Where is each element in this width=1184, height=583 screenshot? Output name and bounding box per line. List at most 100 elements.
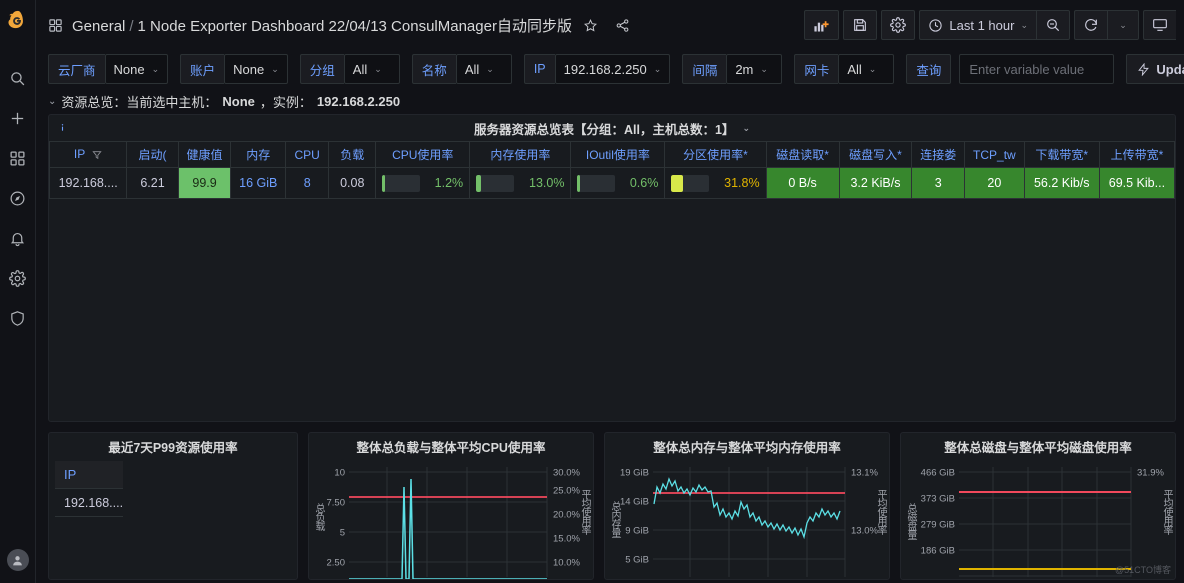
add-panel-icon[interactable] xyxy=(804,10,839,40)
update-button[interactable]: Update xyxy=(1126,54,1184,84)
ytick-2: 5 xyxy=(340,528,345,539)
variable-query: 查询 xyxy=(906,54,1114,84)
save-icon[interactable] xyxy=(843,10,877,40)
panel-title[interactable]: 最近7天P99资源使用率 xyxy=(49,433,297,459)
col-tcp-tw[interactable]: TCP_tw xyxy=(965,142,1025,168)
filter-icon[interactable] xyxy=(92,149,102,163)
breadcrumb-folder[interactable]: General xyxy=(72,18,125,35)
col-ioutil-usage[interactable]: IOutil使用率 xyxy=(571,142,665,168)
dashboards-icon[interactable] xyxy=(0,138,36,178)
variable-label: 名称 xyxy=(412,54,456,84)
row-host-value: None xyxy=(222,94,255,109)
col-disk-write[interactable]: 磁盘写入* xyxy=(839,142,912,168)
ytick-2: 9 GiB xyxy=(625,526,649,537)
gauge-track xyxy=(476,175,514,192)
gauge-value: 31.8% xyxy=(717,176,759,190)
chevron-down-icon: ⌄ xyxy=(742,123,750,134)
dashboard-settings-gear-icon[interactable] xyxy=(881,10,915,40)
y-axis-label: 总磁盘量 xyxy=(903,503,918,539)
sidebar-nav xyxy=(0,0,36,583)
col-health[interactable]: 健康值 xyxy=(178,142,231,168)
star-icon[interactable] xyxy=(578,12,604,38)
col-disk-read[interactable]: 磁盘读取* xyxy=(766,142,839,168)
plus-icon[interactable] xyxy=(0,98,36,138)
grafana-logo-icon[interactable] xyxy=(0,0,36,40)
ytick-2: 279 GiB xyxy=(921,520,955,531)
row-title: 资源总览：当前选中主机： xyxy=(61,92,217,111)
cell-tcp-tw: 20 xyxy=(965,168,1025,199)
refresh-icon[interactable] xyxy=(1074,10,1107,40)
variable-select[interactable]: All ⌄ xyxy=(344,54,400,84)
shield-icon[interactable] xyxy=(0,298,36,338)
variable-label: 云厂商 xyxy=(48,54,105,84)
search-icon[interactable] xyxy=(0,58,36,98)
time-range-picker[interactable]: Last 1 hour ⌄ xyxy=(919,10,1036,40)
variable-label: 账户 xyxy=(180,54,224,84)
variable-value: None xyxy=(114,62,145,77)
chart-disk[interactable]: 466 GiB 373 GiB 279 GiB 186 GiB 31.9% 总磁… xyxy=(901,459,1175,579)
search-input[interactable] xyxy=(959,54,1114,84)
chart-load-cpu[interactable]: 10 7.50 5 2.50 30.0% 25.0% 20.0% 15.0% 1… xyxy=(309,459,593,579)
y2tick-3: 15.0% xyxy=(553,534,580,545)
cell-cpu: 8 xyxy=(286,168,329,199)
col-partition-usage[interactable]: 分区使用率* xyxy=(665,142,766,168)
variable-select[interactable]: None ⌄ xyxy=(105,54,169,84)
ytick-1: 7.50 xyxy=(327,498,346,509)
main-column: General/1 Node Exporter Dashboard 22/04/… xyxy=(36,0,1184,583)
chart-svg: 19 GiB 14 GiB 9 GiB 5 GiB 13.1% 13.0% xyxy=(605,459,891,579)
row-header-resource-overview[interactable]: ⌄ 资源总览：当前选中主机：None，实例：192.168.2.250 xyxy=(48,88,1176,114)
panel-title[interactable]: 整体总内存与整体平均内存使用率 xyxy=(605,433,889,459)
share-icon[interactable] xyxy=(610,12,636,38)
bell-icon[interactable] xyxy=(0,218,36,258)
cell-uptime: 6.21 xyxy=(127,168,178,199)
gauge-fill xyxy=(476,175,481,192)
table-row[interactable]: 192.168.... 6.21 99.9 16 GiB 8 0.08 xyxy=(50,168,1175,199)
variable-select[interactable]: 2m ⌄ xyxy=(726,54,782,84)
gauge-value: 0.6% xyxy=(623,176,658,190)
col-upload[interactable]: 上传带宽* xyxy=(1099,142,1174,168)
variable-cloud-vendor: 云厂商 None ⌄ xyxy=(48,54,168,84)
explore-compass-icon[interactable] xyxy=(0,178,36,218)
col-cpu[interactable]: CPU xyxy=(286,142,329,168)
panel-title[interactable]: 整体总磁盘与整体平均磁盘使用率 xyxy=(901,433,1175,459)
variable-select[interactable]: All ⌄ xyxy=(456,54,512,84)
topbar-actions: Last 1 hour ⌄ xyxy=(804,10,1176,40)
chart-svg: 10 7.50 5 2.50 30.0% 25.0% 20.0% 15.0% 1… xyxy=(309,459,595,579)
series-total-memory xyxy=(654,479,840,537)
col-load[interactable]: 负载 xyxy=(329,142,376,168)
dashboard-topbar: General/1 Node Exporter Dashboard 22/04/… xyxy=(36,0,1184,50)
panel-title[interactable]: 整体总负载与整体平均CPU使用率 xyxy=(309,433,593,459)
refresh-interval-dropdown[interactable]: ⌄ xyxy=(1107,10,1139,40)
col-download[interactable]: 下载带宽* xyxy=(1024,142,1099,168)
panel-title[interactable]: 服务器资源总览表【分组：All，主机总数：1】 ⌄ xyxy=(49,115,1175,141)
zoom-out-icon[interactable] xyxy=(1036,10,1070,40)
variable-nic: 网卡 All ⌄ xyxy=(794,54,894,84)
col-connections[interactable]: 连接娄 xyxy=(912,142,965,168)
ytick-3: 2.50 xyxy=(327,558,346,569)
variable-label: 分组 xyxy=(300,54,344,84)
cell-upload: 69.5 Kib... xyxy=(1099,168,1174,199)
variable-value: All xyxy=(353,62,367,77)
p99-table: IP 192.168.... xyxy=(55,461,297,517)
avatar[interactable] xyxy=(7,549,29,571)
col-memory[interactable]: 内存 xyxy=(231,142,286,168)
cell-disk-write: 3.2 KiB/s xyxy=(839,168,912,199)
variable-select[interactable]: None ⌄ xyxy=(224,54,288,84)
ytick-0: 466 GiB xyxy=(921,468,955,479)
cell-partition-usage: 31.8% xyxy=(665,168,766,199)
gear-icon[interactable] xyxy=(0,258,36,298)
col-uptime[interactable]: 启动( xyxy=(127,142,178,168)
col-mem-usage[interactable]: 内存使用率 xyxy=(470,142,571,168)
chart-memory[interactable]: 19 GiB 14 GiB 9 GiB 5 GiB 13.1% 13.0% 总内… xyxy=(605,459,889,579)
cell-memory: 16 GiB xyxy=(231,168,286,199)
variable-select[interactable]: 192.168.2.250 ⌄ xyxy=(555,54,671,84)
col-ip[interactable]: IP xyxy=(50,142,127,168)
p99-col-ip[interactable]: IP xyxy=(55,461,123,489)
tv-mode-icon[interactable] xyxy=(1143,10,1176,40)
panel-title-text: 整体总磁盘与整体平均磁盘使用率 xyxy=(944,437,1132,456)
variable-select[interactable]: All ⌄ xyxy=(838,54,894,84)
col-cpu-usage[interactable]: CPU使用率 xyxy=(376,142,470,168)
panel-p99-resource-usage: 最近7天P99资源使用率 IP 192.168.... xyxy=(48,432,298,580)
cell-cpu-usage: 1.2% xyxy=(376,168,470,199)
gauge-fill xyxy=(382,175,385,192)
